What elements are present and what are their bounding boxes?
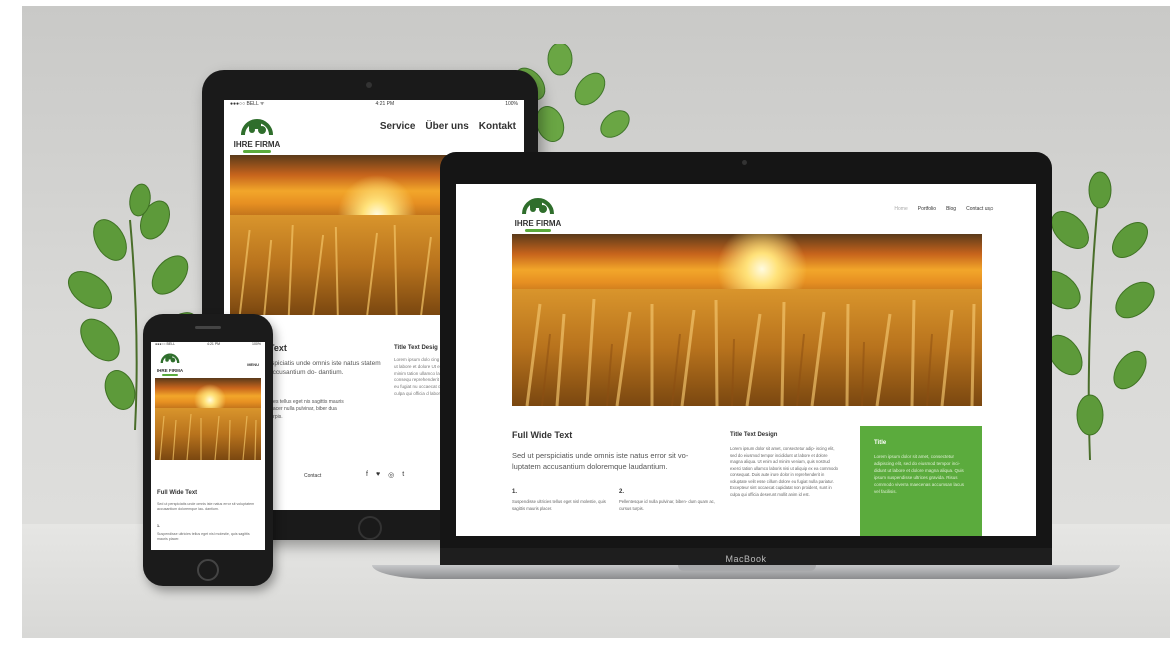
laptop-col2-heading: Title Text Design xyxy=(730,432,778,438)
tablet-lead: rspiciatis unde omnis iste natus statem … xyxy=(269,360,381,377)
brand-underline xyxy=(525,229,551,232)
list-number-1: 1. xyxy=(512,489,518,495)
green-box-title: Title xyxy=(874,440,887,446)
brand-underline xyxy=(162,374,178,376)
phone-heading: Full Wide Text xyxy=(157,490,198,496)
phone-lead: Sed ut perspiciatis unde omnis iste natu… xyxy=(157,502,255,512)
tablet-logo[interactable]: IHRE FIRMA xyxy=(230,113,284,153)
status-battery: 100% xyxy=(505,101,518,107)
status-time: 4:21 PM xyxy=(375,101,395,107)
nav-item-ueber-uns[interactable]: Über uns xyxy=(425,121,468,132)
status-time: 4:21 PM xyxy=(207,342,221,346)
laptop-nav: Home Portfolio Blog Contact us xyxy=(894,206,990,212)
laptop-logo[interactable]: IHRE FIRMA xyxy=(508,192,568,232)
instagram-icon[interactable]: ◎ xyxy=(388,471,394,479)
brand-underline xyxy=(243,150,271,153)
list-text-2: Pellentesque id nulla pulvinar, biben- d… xyxy=(619,499,715,511)
list-text-1: Suspendisse ultricies tellus eget nisl m… xyxy=(512,499,606,511)
brand-name: IHRE FIRMA xyxy=(156,368,184,373)
tablet-home-button[interactable] xyxy=(358,516,382,540)
nav-item-contact[interactable]: Contact us xyxy=(966,206,990,212)
laptop-lead: Sed ut perspiciatis unde omnis iste natu… xyxy=(512,451,689,471)
brand-name: IHRE FIRMA xyxy=(233,140,281,149)
phone-screen: ●●●○○ BELL 4:21 PM 100% IHRE FIRMA MENU … xyxy=(151,342,265,550)
tablet-status-bar: ●●●○○ BELL ᯤ 4:21 PM 100% xyxy=(224,100,524,109)
laptop-base-notch xyxy=(678,565,816,571)
tablet-footer-contact[interactable]: Contact xyxy=(304,473,321,479)
tablet-nav: Service Über uns Kontakt xyxy=(380,121,516,132)
nav-item-kontakt[interactable]: Kontakt xyxy=(479,121,516,132)
laptop-col2-text: Lorem ipsum dolor sit amet, consectetur … xyxy=(730,446,838,497)
phone-list-number: 1. xyxy=(157,524,160,528)
nav-item-blog[interactable]: Blog xyxy=(946,206,956,212)
nav-item-portfolio[interactable]: Portfolio xyxy=(918,206,936,212)
status-battery: 100% xyxy=(252,342,261,346)
menu-button[interactable]: MENU xyxy=(247,362,259,367)
green-box-text: Lorem ipsum dolor sit amet, consectetur … xyxy=(874,454,965,494)
laptop-screen: IHRE FIRMA Home Portfolio Blog Contact u… xyxy=(456,184,1036,536)
tractor-logo-icon xyxy=(522,198,554,215)
brand-name: IHRE FIRMA xyxy=(514,219,562,228)
phone-status-bar: ●●●○○ BELL 4:21 PM 100% xyxy=(151,342,265,348)
nav-item-service[interactable]: Service xyxy=(380,121,416,132)
phone-device: ●●●○○ BELL 4:21 PM 100% IHRE FIRMA MENU … xyxy=(143,314,273,586)
phone-hero-image xyxy=(155,378,261,460)
heart-icon[interactable]: ♥ xyxy=(376,471,380,479)
phone-small-text: Suspendisse ultricies tellus eget nisl m… xyxy=(157,532,250,542)
tumblr-icon[interactable]: t xyxy=(402,471,404,479)
laptop-hero-image xyxy=(512,234,982,406)
nav-item-home[interactable]: Home xyxy=(894,206,907,212)
phone-logo[interactable]: IHRE FIRMA xyxy=(155,350,185,376)
search-icon[interactable]: ⌕ xyxy=(990,204,994,214)
phone-speaker xyxy=(195,326,221,329)
tractor-logo-icon xyxy=(241,119,273,136)
tablet-social-icons: f ♥ ◎ t xyxy=(366,471,404,479)
facebook-icon[interactable]: f xyxy=(366,471,368,479)
tablet-col2-heading: Title Text Desig xyxy=(394,345,438,351)
laptop-brand-label: MacBook xyxy=(725,554,767,564)
laptop-device: IHRE FIRMA Home Portfolio Blog Contact u… xyxy=(440,152,1052,572)
laptop-heading: Full Wide Text xyxy=(512,430,573,440)
status-carrier: ●●●○○ BELL xyxy=(155,342,176,346)
green-sidebar-box: Title Lorem ipsum dolor sit amet, consec… xyxy=(860,426,982,536)
tablet-camera xyxy=(366,82,372,88)
phone-home-button[interactable] xyxy=(197,559,219,581)
tractor-logo-icon xyxy=(160,353,180,364)
list-number-2: 2. xyxy=(619,489,625,495)
status-carrier: ●●●○○ BELL ᯤ xyxy=(230,101,265,107)
laptop-camera xyxy=(742,160,747,165)
tablet-small-text: ntes tellus eget nis sagittis mauris pla… xyxy=(269,399,344,420)
